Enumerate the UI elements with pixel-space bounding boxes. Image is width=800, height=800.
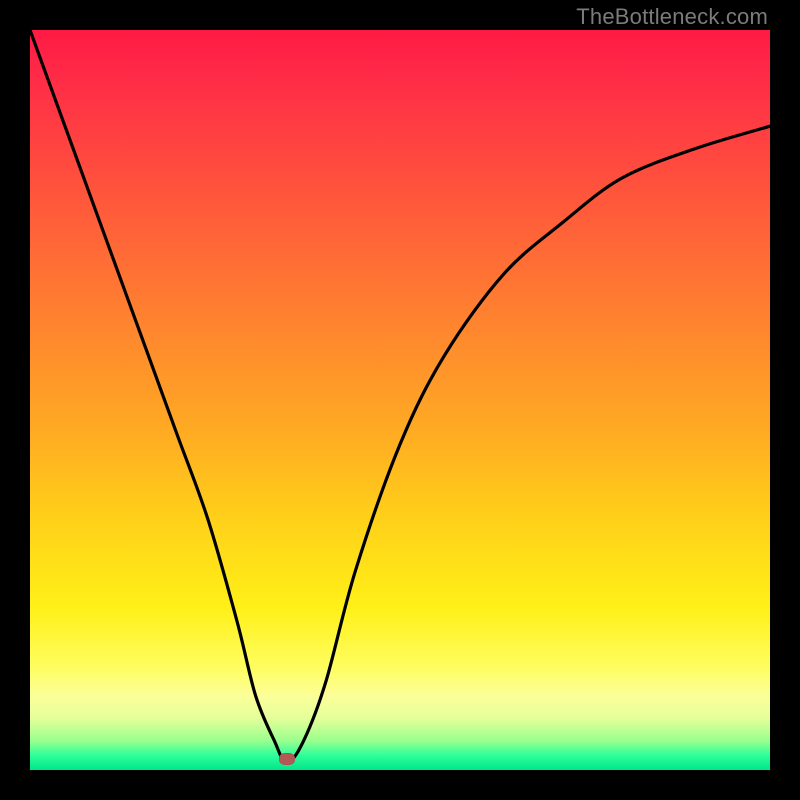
chart-frame: TheBottleneck.com	[0, 0, 800, 800]
plot-area	[30, 30, 770, 770]
curve-path	[30, 30, 770, 763]
optimum-marker	[279, 753, 295, 765]
watermark-text: TheBottleneck.com	[576, 4, 768, 30]
bottleneck-curve	[30, 30, 770, 770]
